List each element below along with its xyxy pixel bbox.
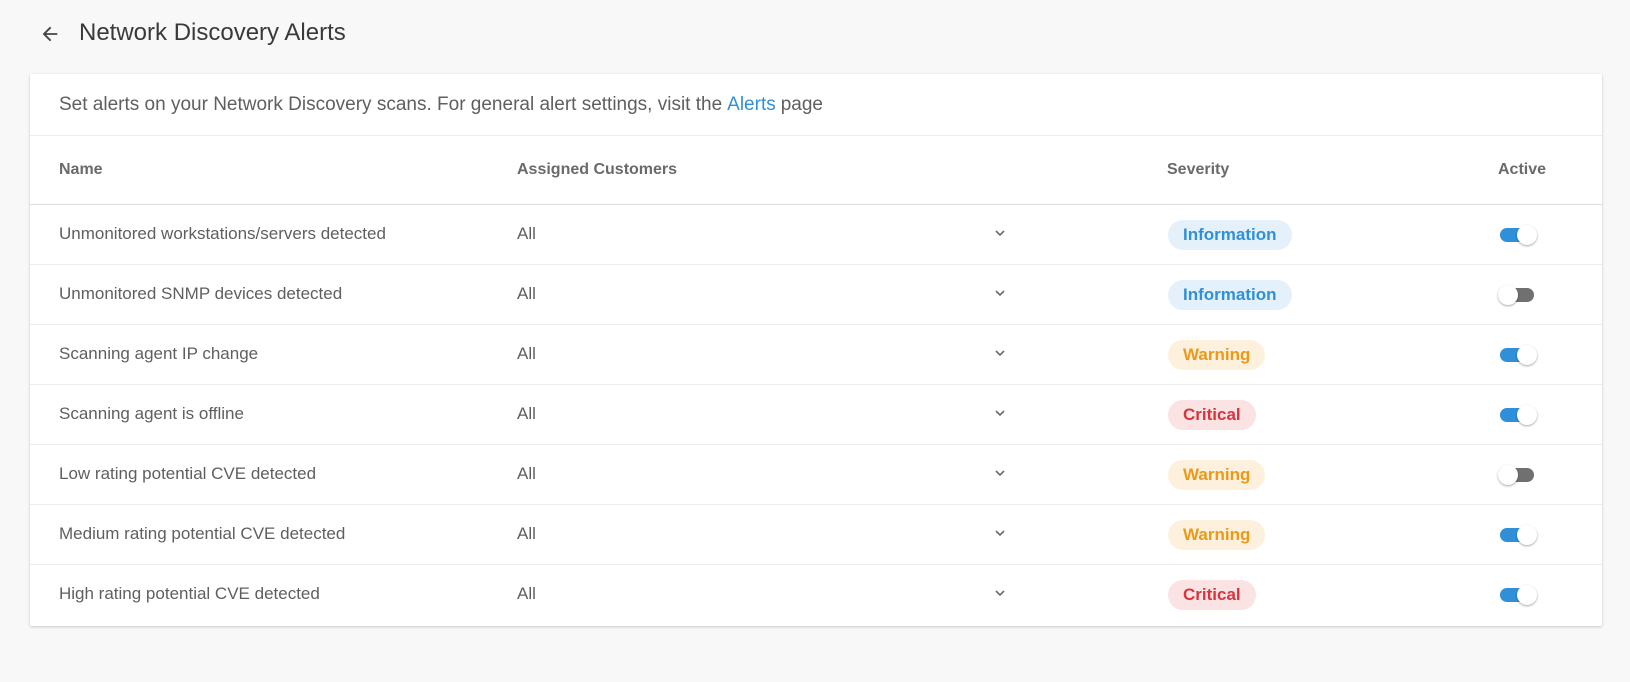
chevron-down-icon[interactable] bbox=[992, 585, 1008, 601]
chevron-down-icon[interactable] bbox=[992, 465, 1008, 481]
page-header: Network Discovery Alerts bbox=[0, 0, 1630, 66]
alert-name: Medium rating potential CVE detected bbox=[59, 524, 346, 543]
severity-badge: Information bbox=[1168, 220, 1292, 250]
alert-name: Scanning agent IP change bbox=[59, 344, 259, 363]
customers-select-value[interactable]: All bbox=[517, 404, 536, 424]
customers-select-value[interactable]: All bbox=[517, 344, 536, 364]
active-toggle[interactable] bbox=[1498, 525, 1537, 545]
severity-badge: Critical bbox=[1168, 400, 1256, 430]
column-header-name[interactable]: Name bbox=[59, 161, 103, 179]
alert-name: Scanning agent is offline bbox=[59, 404, 244, 423]
active-toggle[interactable] bbox=[1498, 585, 1537, 605]
table-row: Scanning agent IP change All Warning bbox=[30, 325, 1602, 385]
intro-text: Set alerts on your Network Discovery sca… bbox=[30, 74, 1602, 136]
chevron-down-icon[interactable] bbox=[992, 525, 1008, 541]
chevron-down-icon[interactable] bbox=[992, 285, 1008, 301]
alerts-link[interactable]: Alerts bbox=[727, 94, 776, 116]
table-row: Low rating potential CVE detected All Wa… bbox=[30, 445, 1602, 505]
chevron-down-icon[interactable] bbox=[992, 345, 1008, 361]
table-row: Medium rating potential CVE detected All… bbox=[30, 505, 1602, 565]
active-toggle[interactable] bbox=[1498, 405, 1537, 425]
alert-name: Low rating potential CVE detected bbox=[59, 464, 317, 483]
active-toggle[interactable] bbox=[1498, 465, 1537, 485]
severity-badge: Warning bbox=[1168, 340, 1266, 370]
customers-select-value[interactable]: All bbox=[517, 224, 536, 244]
alerts-card: Set alerts on your Network Discovery sca… bbox=[30, 74, 1602, 626]
table-header: Name Assigned Customers Severity Active bbox=[30, 136, 1602, 205]
chevron-down-icon[interactable] bbox=[992, 405, 1008, 421]
severity-badge: Warning bbox=[1168, 460, 1266, 490]
customers-select-value[interactable]: All bbox=[517, 584, 536, 604]
table-row: Unmonitored SNMP devices detected All In… bbox=[30, 265, 1602, 325]
arrow-left-icon bbox=[42, 26, 58, 42]
chevron-down-icon[interactable] bbox=[992, 225, 1008, 241]
intro-text-before: Set alerts on your Network Discovery sca… bbox=[59, 93, 723, 115]
table-body: Unmonitored workstations/servers detecte… bbox=[30, 205, 1602, 625]
alert-name: Unmonitored workstations/servers detecte… bbox=[59, 224, 386, 243]
column-header-active[interactable]: Active bbox=[1498, 161, 1546, 179]
alert-name: Unmonitored SNMP devices detected bbox=[59, 284, 343, 303]
alert-name: High rating potential CVE detected bbox=[59, 584, 320, 603]
severity-badge: Critical bbox=[1168, 580, 1256, 610]
intro-text-after: page bbox=[780, 93, 824, 115]
active-toggle[interactable] bbox=[1498, 345, 1537, 365]
table-row: Scanning agent is offline All Critical bbox=[30, 385, 1602, 445]
customers-select-value[interactable]: All bbox=[517, 284, 536, 304]
column-header-severity[interactable]: Severity bbox=[1167, 161, 1229, 179]
customers-select-value[interactable]: All bbox=[517, 464, 536, 484]
column-header-assigned-customers[interactable]: Assigned Customers bbox=[517, 161, 677, 179]
page-title: Network Discovery Alerts bbox=[79, 19, 346, 46]
severity-badge: Warning bbox=[1168, 520, 1266, 550]
table-row: Unmonitored workstations/servers detecte… bbox=[30, 205, 1602, 265]
active-toggle[interactable] bbox=[1498, 285, 1537, 305]
table-row: High rating potential CVE detected All C… bbox=[30, 565, 1602, 625]
back-button[interactable] bbox=[36, 20, 64, 48]
customers-select-value[interactable]: All bbox=[517, 524, 536, 544]
severity-badge: Information bbox=[1168, 280, 1292, 310]
active-toggle[interactable] bbox=[1498, 225, 1537, 245]
